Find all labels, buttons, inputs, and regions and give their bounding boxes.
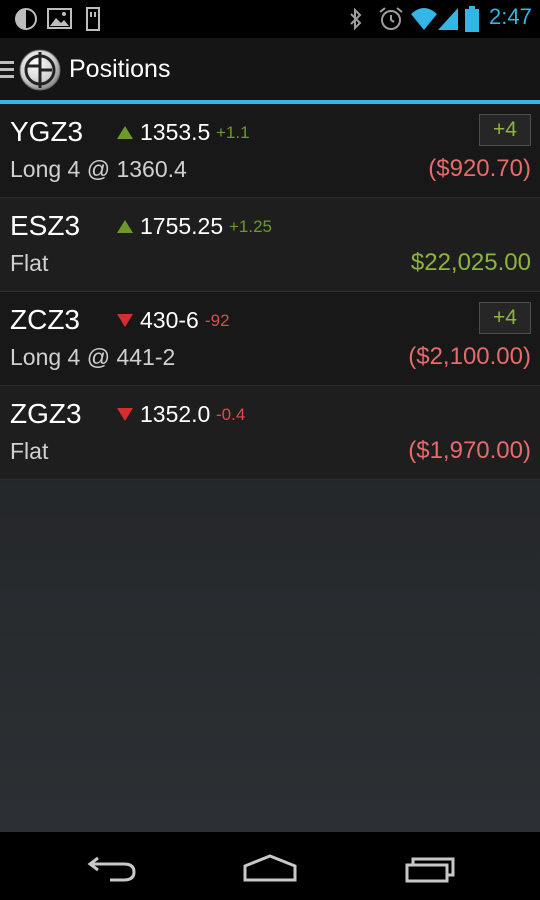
position-change: -92 <box>205 311 230 330</box>
position-change: +1.25 <box>229 217 273 236</box>
position-row[interactable]: ESZ3 1755.25 +1.25 Flat $22,025.00 <box>0 198 540 292</box>
position-pnl: ($920.70) <box>428 155 531 182</box>
position-quantity-button[interactable]: +4 <box>479 302 531 334</box>
position-change: -0.4 <box>216 405 246 424</box>
position-row[interactable]: ZCZ3 430-6 -92 Long 4 @ 441-2 ($2,100.00) +4 <box>0 292 540 386</box>
position-price: 1755.25 <box>140 213 224 239</box>
bluetooth-icon <box>347 7 365 35</box>
recent-apps-icon[interactable] <box>403 853 459 889</box>
position-symbol: ZCZ3 <box>10 304 80 335</box>
position-pnl: $22,025.00 <box>410 249 531 276</box>
position-pnl: ($2,100.00) <box>408 343 531 370</box>
position-status: Long 4 @ 441-2 <box>10 344 176 370</box>
home-icon[interactable] <box>241 852 299 888</box>
status-clock: 2:47 <box>489 4 532 29</box>
position-change: +1.1 <box>216 123 250 142</box>
status-bar: 2:47 <box>0 0 540 38</box>
app-logo-icon[interactable] <box>18 48 62 96</box>
arrow-down-icon <box>117 406 133 425</box>
alarm-icon <box>378 6 404 36</box>
menu-icon[interactable] <box>0 59 14 85</box>
position-pnl: ($1,970.00) <box>408 437 531 464</box>
position-row[interactable]: ZGZ3 1352.0 -0.4 Flat ($1,970.00) <box>0 386 540 480</box>
position-symbol: ESZ3 <box>10 210 81 241</box>
position-status: Long 4 @ 1360.4 <box>10 156 187 182</box>
position-status: Flat <box>10 438 49 464</box>
position-price: 1352.0 <box>140 401 211 427</box>
position-price: 430-6 <box>140 307 199 333</box>
position-row[interactable]: YGZ3 1353.5 +1.1 Long 4 @ 1360.4 ($920.70) +4 <box>0 104 540 198</box>
position-symbol: YGZ3 <box>10 116 84 147</box>
back-icon[interactable] <box>86 852 142 888</box>
cell-signal-icon <box>436 6 460 36</box>
arrow-up-icon <box>117 218 133 237</box>
position-price: 1353.5 <box>140 119 211 145</box>
gallery-icon <box>47 7 73 35</box>
position-status: Flat <box>10 250 49 276</box>
page-title: Positions <box>69 55 171 83</box>
wifi-icon <box>410 6 438 36</box>
position-symbol: ZGZ3 <box>10 398 82 429</box>
positions-list: YGZ3 1353.5 +1.1 Long 4 @ 1360.4 ($920.70) +4… <box>0 104 540 480</box>
position-quantity-button[interactable]: +4 <box>479 114 531 146</box>
notification-circle-icon <box>14 7 40 35</box>
sd-card-icon <box>84 7 102 35</box>
positions-content: YGZ3 1353.5 +1.1 Long 4 @ 1360.4 ($920.70) +4… <box>0 104 540 832</box>
battery-icon <box>464 5 480 37</box>
arrow-up-icon <box>117 124 133 143</box>
arrow-down-icon <box>117 312 133 331</box>
